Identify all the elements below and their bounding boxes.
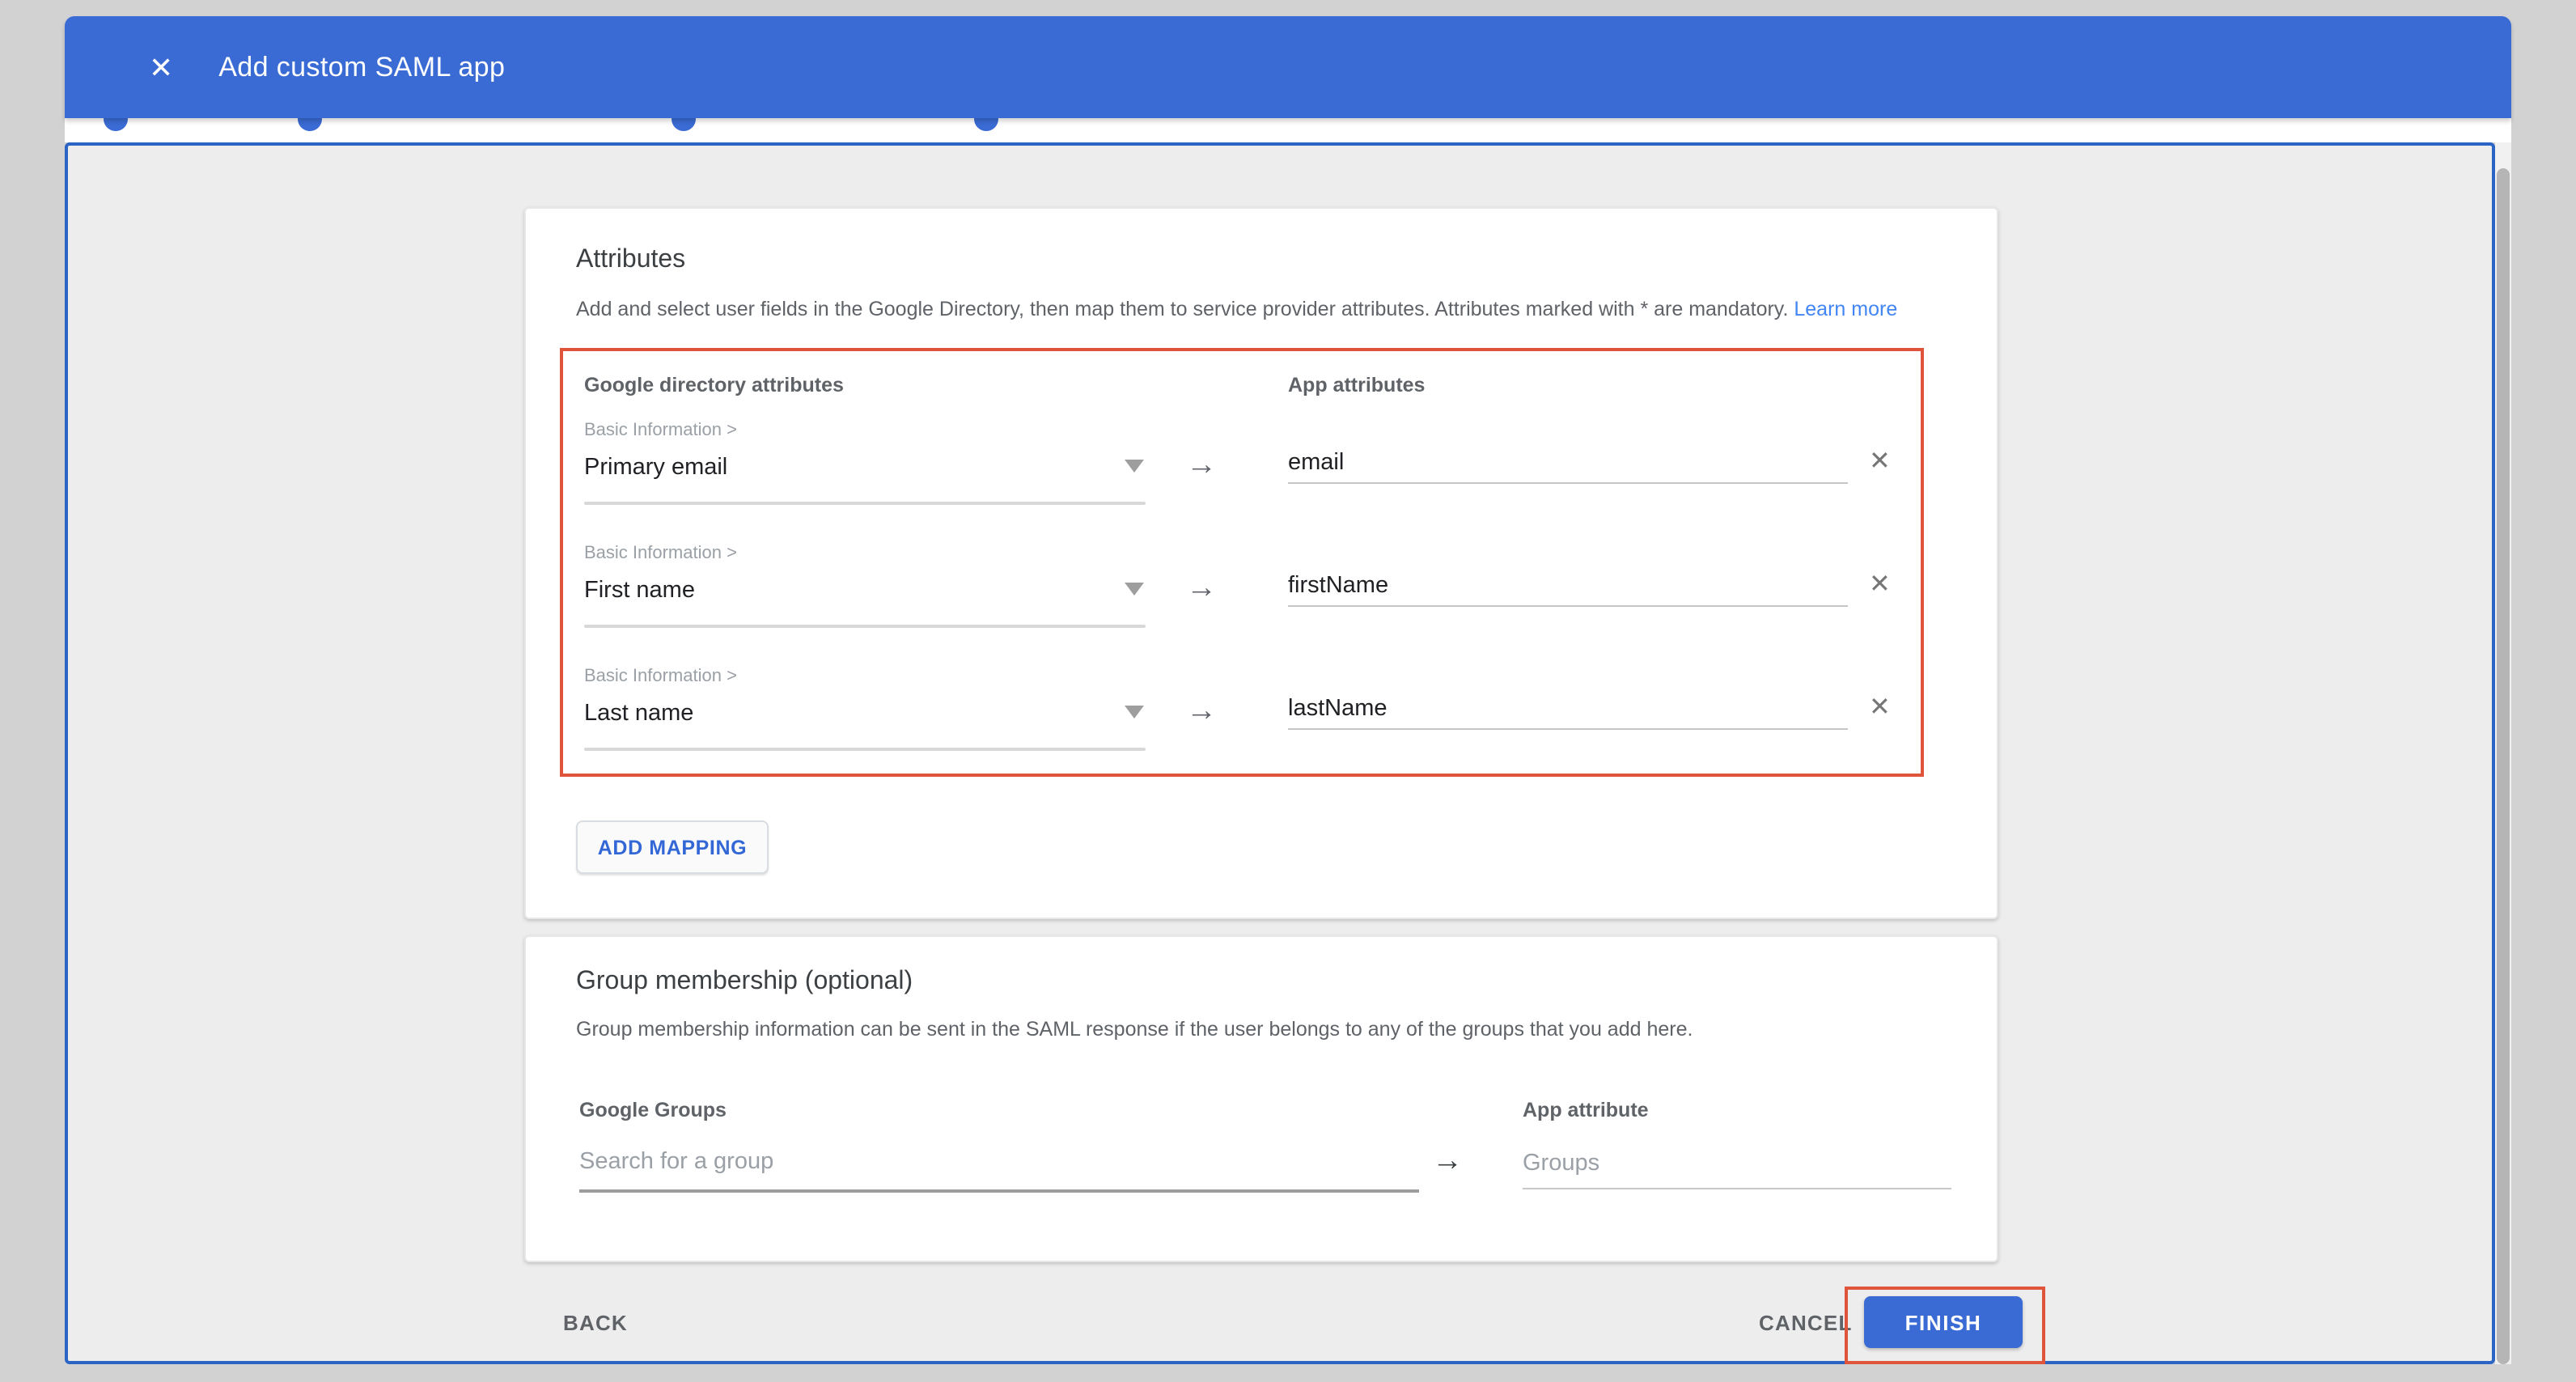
add-custom-saml-app-dialog: ✕ Add custom SAML app Attributes Add and… — [0, 0, 2576, 1382]
attributes-card: Attributes Add and select user fields in… — [524, 207, 1998, 919]
learn-more-link[interactable]: Learn more — [1794, 298, 1897, 320]
input-underline — [1288, 728, 1848, 730]
directory-field-select[interactable]: Last name — [584, 701, 693, 727]
attributes-card-title: Attributes — [576, 246, 685, 275]
app-attributes-column-header: App attributes — [1288, 374, 1425, 396]
remove-mapping-icon[interactable]: ✕ — [1869, 445, 1891, 477]
dropdown-arrow-icon — [1125, 460, 1144, 473]
select-underline — [584, 748, 1146, 751]
input-underline — [1288, 482, 1848, 484]
attributes-description-text: Add and select user fields in the Google… — [576, 298, 1794, 320]
mapping-row: Basic Information > First name → firstNa… — [584, 542, 1903, 646]
map-arrow-icon: → — [1432, 1144, 1463, 1180]
scrollbar-track[interactable] — [2495, 142, 2511, 1364]
back-button[interactable]: BACK — [563, 1311, 628, 1335]
group-membership-title: Group membership (optional) — [576, 968, 913, 997]
dialog-title: Add custom SAML app — [218, 51, 505, 83]
annotation-box-finish: FINISH — [1845, 1287, 2045, 1364]
google-groups-label: Google Groups — [579, 1099, 727, 1121]
app-attribute-input[interactable]: email — [1288, 450, 1344, 476]
app-attribute-label: App attribute — [1523, 1099, 1649, 1121]
group-search-input[interactable] — [579, 1134, 1419, 1193]
map-arrow-icon: → — [1186, 448, 1217, 484]
directory-field-category: Basic Information > — [584, 544, 737, 563]
remove-mapping-icon[interactable]: ✕ — [1869, 568, 1891, 600]
directory-field-category: Basic Information > — [584, 667, 737, 686]
scrollbar-thumb[interactable] — [2497, 168, 2510, 1364]
groups-app-attribute-input[interactable] — [1523, 1138, 1951, 1189]
dialog-header: ✕ Add custom SAML app — [65, 16, 2511, 118]
add-mapping-button[interactable]: ADD MAPPING — [576, 820, 769, 874]
directory-attributes-column-header: Google directory attributes — [584, 374, 844, 396]
cancel-button[interactable]: CANCEL — [1759, 1311, 1853, 1335]
map-arrow-icon: → — [1186, 694, 1217, 730]
mapping-row: Basic Information > Primary email → emai… — [584, 419, 1903, 523]
dropdown-arrow-icon — [1125, 583, 1144, 596]
app-attribute-input[interactable]: firstName — [1288, 573, 1388, 599]
map-arrow-icon: → — [1186, 571, 1217, 607]
directory-field-category: Basic Information > — [584, 421, 737, 440]
input-underline — [1288, 605, 1848, 607]
directory-field-select[interactable]: First name — [584, 578, 695, 604]
remove-mapping-icon[interactable]: ✕ — [1869, 691, 1891, 723]
dropdown-arrow-icon — [1125, 706, 1144, 719]
directory-field-select[interactable]: Primary email — [584, 455, 727, 481]
stepper-strip — [65, 118, 2511, 142]
attributes-card-description: Add and select user fields in the Google… — [576, 298, 1897, 320]
select-underline — [584, 625, 1146, 628]
close-icon[interactable]: ✕ — [149, 53, 173, 82]
annotation-box-mappings: Google directory attributes App attribut… — [560, 348, 1924, 777]
group-membership-card: Group membership (optional) Group member… — [524, 935, 1998, 1262]
finish-button[interactable]: FINISH — [1864, 1296, 2023, 1348]
mapping-row: Basic Information > Last name → lastName… — [584, 665, 1903, 769]
select-underline — [584, 502, 1146, 505]
app-attribute-input[interactable]: lastName — [1288, 696, 1388, 722]
group-membership-description: Group membership information can be sent… — [576, 1018, 1693, 1041]
